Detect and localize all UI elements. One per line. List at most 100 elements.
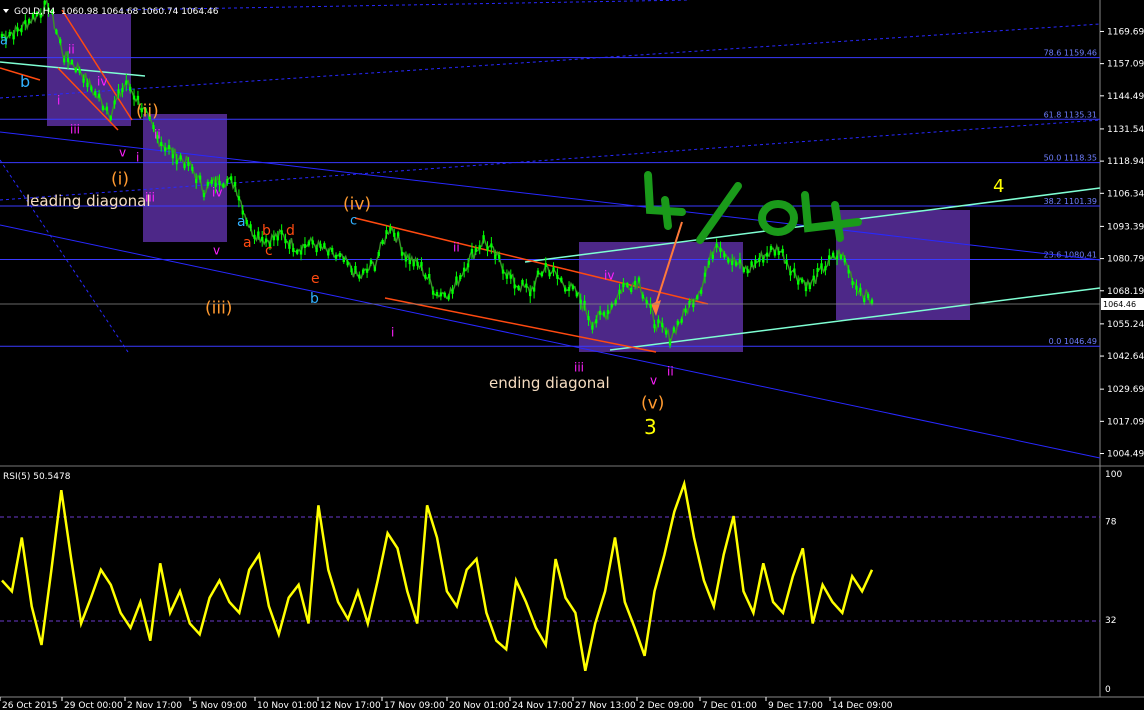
price-tick-label-11: 1029.69: [1107, 385, 1144, 395]
price-tick-label-10: 1042.64: [1107, 352, 1144, 362]
candle-body: [229, 176, 233, 181]
candle-body: [699, 289, 703, 294]
fib-label-0: 78.6 1159.46: [1044, 49, 1097, 58]
candle-body: [447, 295, 450, 300]
candle-body: [664, 330, 668, 335]
wave-label-7: (ii): [136, 102, 159, 122]
wave-label-29: ii: [667, 365, 674, 379]
rsi-tick-label-2: 32: [1105, 616, 1116, 626]
candle-body: [338, 253, 342, 258]
leading-diagonal-label: leading diagonal: [26, 192, 151, 210]
time-tick-label-8: 24 Nov 17:00: [512, 701, 573, 710]
candle-body: [727, 258, 730, 263]
candle-body: [222, 183, 225, 188]
candle-body: [171, 154, 175, 159]
candle-body: [299, 250, 303, 255]
candle-body: [793, 268, 796, 273]
candle-body: [451, 289, 454, 294]
rsi-header: RSI(5) 50.5478: [3, 472, 71, 482]
candle-body: [187, 162, 190, 167]
candle-body: [563, 287, 567, 292]
price-chart[interactable]: 78.6 1159.46 61.8 1135.31 50.0 1118.35 38.2…: [0, 0, 1144, 710]
wave-label-15: a: [237, 214, 246, 230]
time-tick-label-1: 29 Oct 00:00: [64, 701, 123, 710]
candle-body: [544, 262, 547, 267]
time-tick-label-13: 14 Dec 09:00: [832, 701, 893, 710]
candle-body: [210, 179, 213, 184]
candle-body: [773, 251, 777, 256]
candle-body: [661, 323, 664, 328]
wave-label-23: c: [350, 213, 357, 228]
candle-body: [497, 254, 501, 259]
candle-body: [637, 277, 641, 282]
price-axis: 1169.69 1157.09 1144.49 1131.54 1118.94 1106.…: [1100, 27, 1144, 460]
candle-body: [319, 243, 322, 248]
candle-body: [824, 266, 827, 271]
candle-body: [459, 275, 462, 280]
candle-body: [742, 268, 746, 273]
candle-body: [202, 193, 206, 198]
candle-body: [668, 341, 672, 346]
candle-body: [859, 287, 862, 292]
candle-body: [797, 280, 800, 285]
candle-body: [315, 248, 318, 253]
candle-body: [863, 298, 866, 303]
candle-body: [194, 179, 198, 184]
candle-body: [27, 19, 31, 24]
candle-body: [606, 310, 610, 315]
candle-body: [284, 239, 287, 244]
wave-label-2: ii: [68, 43, 75, 57]
candle-body: [754, 259, 757, 264]
candle-body: [789, 271, 792, 276]
candle-body: [249, 224, 252, 229]
candle-body: [680, 318, 683, 323]
candle-body: [369, 260, 373, 265]
box-3: [579, 242, 743, 352]
candle-body: [738, 258, 742, 263]
candle-body: [501, 269, 505, 274]
time-tick-label-12: 9 Dec 17:00: [768, 701, 823, 710]
candle-body: [198, 175, 202, 180]
candle-body: [101, 106, 105, 111]
time-tick-label-7: 20 Nov 01:00: [449, 701, 510, 710]
candle-body: [521, 280, 524, 285]
candle-body: [470, 249, 474, 254]
candle-body: [24, 20, 27, 25]
fib-label-5: 0.0 1046.49: [1049, 337, 1097, 346]
candle-body: [431, 290, 435, 295]
candle-body: [835, 255, 839, 260]
candle-body: [851, 281, 854, 286]
wave-label-19: d: [286, 223, 295, 239]
candle-body: [843, 258, 847, 263]
candle-body: [657, 319, 660, 324]
candle-body: [509, 274, 512, 279]
wave-label-18: c: [265, 243, 273, 259]
candle-body: [719, 247, 722, 252]
candle-body: [8, 31, 11, 36]
candle-body: [855, 285, 858, 290]
time-axis: 26 Oct 2015 29 Oct 00:00 2 Nov 17:00 5 Nov …: [0, 697, 893, 710]
time-tick-label-10: 2 Dec 09:00: [639, 701, 694, 710]
candle-body: [121, 88, 124, 93]
candle-body: [59, 39, 62, 44]
candle-body: [97, 93, 101, 98]
candle-body: [175, 160, 178, 165]
time-tick-label-2: 2 Nov 17:00: [127, 701, 182, 710]
candle-body: [163, 147, 167, 152]
candle-body: [439, 292, 443, 297]
candle-body: [633, 280, 637, 285]
candle-body: [466, 263, 470, 268]
wave-label-26: iii: [574, 361, 584, 375]
candle-body: [552, 267, 555, 272]
price-tick-label-2: 1144.49: [1107, 92, 1144, 102]
candle-body: [334, 254, 338, 259]
rsi-pane[interactable]: 100 78 32 0: [0, 470, 1122, 695]
candle-body: [684, 308, 687, 313]
wave-label-16: a: [243, 235, 252, 251]
candle-body: [602, 311, 606, 316]
candle-body: [587, 316, 590, 321]
candle-body: [16, 27, 19, 32]
candle-body: [342, 258, 345, 263]
rsi-tick-label-0: 100: [1105, 470, 1122, 480]
candle-body: [474, 247, 478, 252]
